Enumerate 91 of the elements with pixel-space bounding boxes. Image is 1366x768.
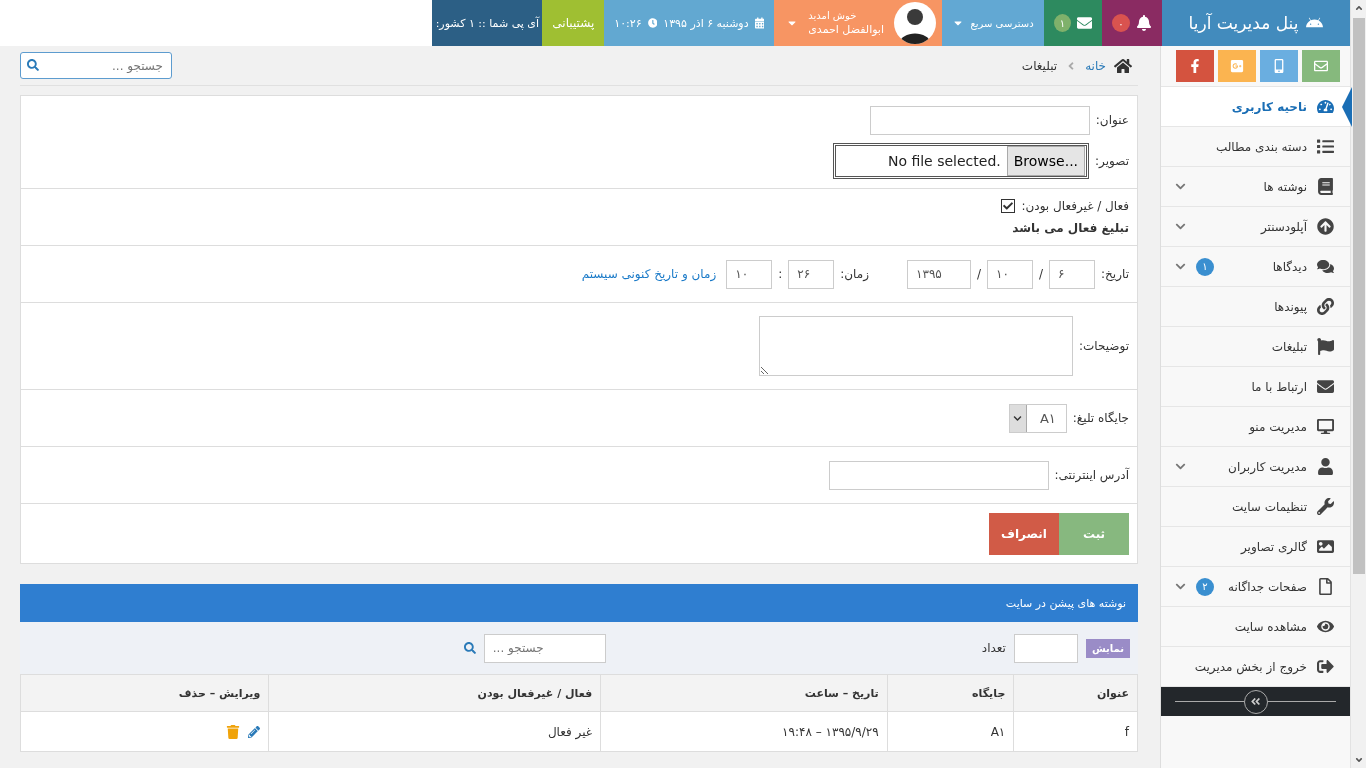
facebook-icon [1188,59,1202,73]
dashboard-icon [1317,98,1334,115]
edit-icon[interactable] [248,725,261,738]
field-label: تاریخ: [1101,267,1129,281]
scrollbar-thumb[interactable] [1352,18,1365,574]
table-cell: غیر فعال [268,711,601,752]
count-badge: ۱ [1196,257,1214,276]
field-label: جایگاه تلیغ: [1072,411,1129,425]
table-cell: ۱۳۹۵/۹/۲۹ – ۱۹:۴۸ [600,711,888,752]
envelope-icon [1076,15,1092,31]
trash-icon[interactable] [226,724,241,739]
column-header: تاریخ – ساعت [600,674,888,712]
upload-icon [1317,218,1334,235]
wrench-icon [1317,498,1334,515]
clock-icon [647,17,658,29]
column-header: فعال / غیرفعال بودن [268,674,601,712]
column-header: ویرایش – حذف [20,674,269,712]
eye-icon [1317,618,1334,635]
book-icon [1317,178,1334,195]
file-status: No file selected. [886,152,1002,169]
position-select[interactable]: A۱ [1008,403,1067,433]
bell-icon [1136,15,1152,31]
status-note: تبلیغ فعال می باشد [1011,221,1129,235]
breadcrumb-current: تبلیغات [1021,58,1058,73]
ip-info: آی پی شما :: ۱ کشور: [435,16,540,30]
panel-header: نوشته های پیشن در سایت [20,584,1138,622]
notifications-button[interactable]: ۰ [1102,0,1162,46]
time-separator: : [778,267,783,281]
message-count: ۱ [1054,14,1071,32]
mobile-icon [1272,59,1286,73]
description-field[interactable] [758,316,1073,376]
count-field[interactable] [1013,633,1078,663]
field-label: فعال / غیرفعال بودن: [1021,199,1129,213]
google-plus-button[interactable] [1218,50,1256,82]
list-icon [1317,138,1334,155]
user-name: ابوالفضل احمدی [808,23,884,36]
brand-title: پنل مدیریت آریا [1188,13,1299,33]
time-field[interactable]: ۱۰ [726,259,773,289]
file-icon [1317,578,1334,595]
table-cell: A۱ [887,711,1014,752]
search-field[interactable]: جستجو ... [20,52,172,79]
envelope-icon [1314,59,1328,73]
file-field[interactable]: No file selected. Browse... [833,142,1090,179]
cancel-button[interactable]: انصراف [989,512,1059,555]
date-field[interactable]: ۱۰ [987,259,1034,289]
mobile-button[interactable] [1260,50,1298,82]
mail-button[interactable] [1302,50,1340,82]
chevron-icon [1013,413,1023,423]
browse-button[interactable]: Browse... [1006,145,1086,176]
field-label: تعداد [981,641,1006,655]
user-icon [1317,458,1334,475]
date-field[interactable]: ۶ [1049,259,1096,289]
system-time-link[interactable]: زمان و تاریخ کنونی سیستم [581,267,717,281]
notification-count: ۰ [1112,14,1130,32]
search-icon [27,59,39,71]
current-date: دوشنبه ۶ اذر ۱۳۹۵ [663,16,749,30]
table-cell: f [1013,711,1138,752]
field-label: آدرس اینترنتی: [1054,468,1129,482]
double-chevron-icon [1250,696,1261,707]
search-field[interactable]: جستجو ... [483,633,606,663]
flag-icon [1317,338,1334,355]
breadcrumb-link[interactable]: خانه [1085,58,1106,73]
field-label: زمان: [840,267,869,281]
image-icon [1317,538,1334,555]
active-checkbox[interactable] [1001,199,1016,213]
current-time: ۱۰:۲۶ [614,16,642,30]
date-separator: / [977,267,982,281]
time-field[interactable]: ۲۶ [788,259,835,289]
welcome-text: خوش امدید [808,10,857,21]
column-header: جایگاه [887,674,1014,712]
field-label: عنوان: [1095,113,1129,127]
field-label: تصویر: [1095,153,1129,168]
comments-icon [1317,258,1334,275]
link-icon [1317,298,1334,315]
home-icon [1114,56,1132,75]
monitor-icon [1317,418,1334,435]
column-header: عنوان [1013,674,1138,712]
count-badge: ۲ [1196,577,1214,596]
title-field[interactable] [869,105,1090,135]
facebook-button[interactable] [1176,50,1214,82]
url-field[interactable] [828,460,1049,490]
search-icon [463,642,476,654]
date-field[interactable]: ۱۳۹۵ [907,259,971,289]
envelope-icon [1317,378,1334,395]
calendar-icon [754,17,765,29]
sign-out-icon [1317,658,1334,675]
field-label: توضیحات: [1078,339,1129,353]
date-separator: / [1039,267,1044,281]
sidebar-item[interactable]: ناحیه کاربری [1161,86,1350,126]
avatar-icon [894,2,936,44]
google-plus-icon [1230,59,1244,73]
